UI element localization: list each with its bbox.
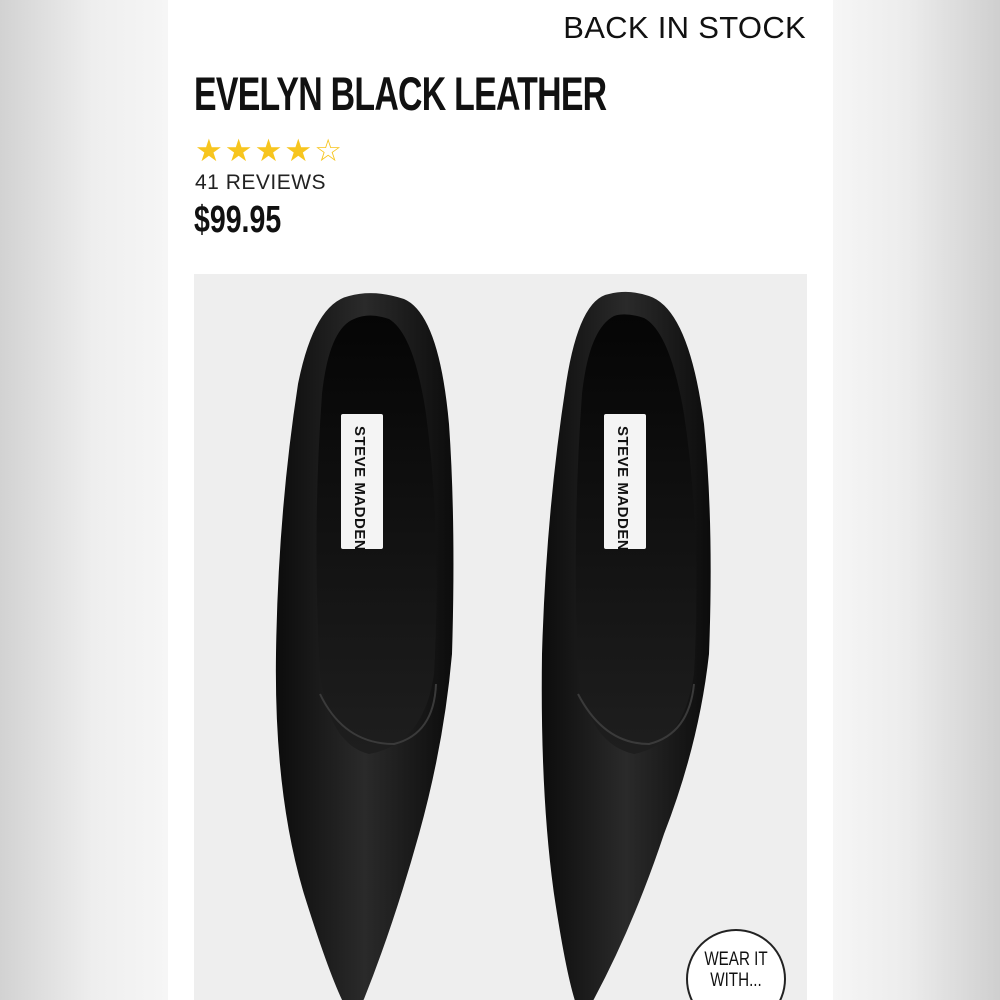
product-screen: BACK IN STOCK EVELYN BLACK LEATHER ★ ★ ★… [168, 0, 833, 1000]
shoe-illustration: STEVE MADDEN STEVE MADDEN [275, 291, 711, 1000]
wear-it-with-label: WEAR IT WITH... [704, 949, 768, 991]
reviews-link[interactable]: 41 REVIEWS [195, 171, 326, 195]
star-filled-icon: ★ [284, 133, 313, 168]
right-brand-label: STEVE MADDEN [614, 426, 631, 551]
stock-status: BACK IN STOCK [563, 10, 806, 45]
right-shoe: STEVE MADDEN [541, 291, 711, 1000]
star-filled-icon: ★ [254, 133, 283, 168]
star-filled-icon: ★ [224, 133, 253, 168]
star-outline-icon: ☆ [314, 133, 342, 168]
left-shoe: STEVE MADDEN [275, 293, 454, 1000]
product-price: $99.95 [194, 199, 282, 241]
star-filled-icon: ★ [195, 133, 223, 168]
product-title: EVELYN BLACK LEATHER [194, 67, 607, 120]
background-right [832, 0, 1000, 1000]
rating-stars[interactable]: ★ ★ ★ ★ ☆ [195, 135, 342, 167]
product-image[interactable]: STEVE MADDEN STEVE MADDEN [194, 274, 807, 1000]
left-brand-label: STEVE MADDEN [351, 426, 368, 551]
background-left [0, 0, 168, 1000]
